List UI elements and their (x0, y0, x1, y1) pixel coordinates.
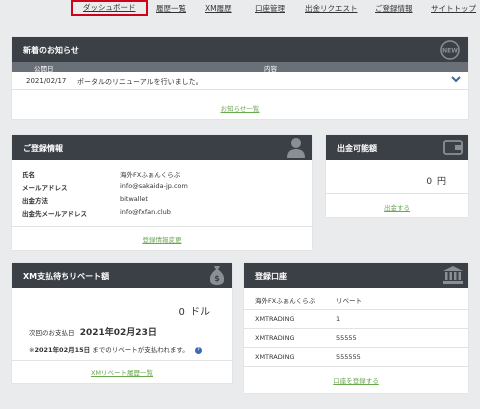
registration-panel: ご登録情報 氏名 海外FXふぁんくらぶ メールアドレス info@sakaida… (12, 135, 312, 250)
rebate-panel: XM支払待ちリベート額 $ 0 ドル 次回のお支払日 2021年02月23日 ※… (12, 263, 232, 383)
withdrawable-panel: 出金可能額 0 円 出金する (326, 135, 468, 217)
withdrawable-title: 出金可能額 (337, 144, 377, 153)
news-header: 新着のお知らせ NEW (12, 37, 468, 62)
nav-registration-info[interactable]: ご登録情報 (375, 3, 413, 14)
reg-label-email: メールアドレス (22, 184, 68, 192)
account-row: XMTRADING 555555 (244, 347, 468, 366)
account-name: 海外FXふぁんくらぶ (255, 297, 316, 305)
chevron-down-icon[interactable] (451, 74, 461, 86)
registration-header: ご登録情報 (12, 135, 312, 160)
accounts-header: 登録口座 (244, 263, 468, 288)
withdrawable-amount-row: 0 円 (426, 174, 446, 187)
reg-label-method: 出金方法 (22, 197, 48, 205)
nav-dashboard[interactable]: ダッシュボード (71, 0, 148, 16)
account-name: XMTRADING (255, 353, 295, 361)
next-payment-label: 次回のお支払日 (29, 329, 75, 337)
register-account-link[interactable]: 口座を登録する (333, 377, 379, 385)
rebate-title: XM支払待ちリベート額 (23, 272, 110, 281)
reg-label-withdraw-email: 出金先メールアドレス (22, 210, 87, 218)
rebate-note-date: 2021年02月15日 (34, 346, 91, 354)
rebate-note-text: までのリベートが支払われます。 (92, 346, 189, 354)
account-name: XMTRADING (255, 315, 295, 323)
next-payment-row: 次回のお支払日 2021年02月23日 (29, 325, 157, 338)
news-row-date: 2021/02/17 (26, 77, 67, 85)
money-bag-icon: $ (208, 265, 226, 288)
account-value: 55555 (336, 334, 357, 342)
news-row[interactable]: 2021/02/17 ポータルのリニューアルを行いました。 (12, 72, 468, 90)
top-nav: ダッシュボード 履歴一覧 XM履歴 口座管理 出金リクエスト ご登録情報 サイト… (0, 0, 480, 16)
accounts-panel: 登録口座 海外FXふぁんくらぶ リベート XMTRADING 1 XMTRADI… (244, 263, 468, 393)
rebate-header: XM支払待ちリベート額 $ (12, 263, 232, 288)
nav-account-management[interactable]: 口座管理 (255, 3, 285, 14)
rebate-amount-row: 0 ドル (178, 303, 210, 318)
nav-history-list[interactable]: 履歴一覧 (156, 3, 186, 14)
help-icon[interactable]: ? (194, 346, 202, 354)
news-row-content: ポータルのリニューアルを行いました。 (77, 78, 203, 86)
withdraw-link[interactable]: 出金する (384, 204, 410, 212)
bank-icon (443, 266, 463, 286)
nav-withdrawal-request[interactable]: 出金リクエスト (305, 3, 358, 14)
withdrawable-unit: 円 (436, 177, 446, 187)
news-panel: 新着のお知らせ NEW 公開日 内容 2021/02/17 ポータルのリニューア… (12, 37, 468, 119)
registration-title: ご登録情報 (23, 144, 63, 153)
edit-registration-link[interactable]: 登録情報変更 (143, 236, 182, 244)
nav-site-top[interactable]: サイトトップ (431, 3, 476, 14)
accounts-title: 登録口座 (255, 272, 287, 281)
wallet-icon (443, 138, 463, 158)
new-badge-icon: NEW (439, 39, 461, 63)
svg-text:$: $ (214, 274, 220, 283)
withdrawable-amount: 0 (426, 177, 433, 187)
account-row: XMTRADING 1 (244, 309, 468, 328)
account-row: 海外FXふぁんくらぶ リベート (244, 290, 468, 308)
reg-value-method: bitwallet (120, 195, 148, 203)
rebate-amount: 0 (178, 307, 185, 318)
reg-value-name: 海外FXふぁんくらぶ (120, 171, 181, 179)
account-value: 1 (336, 315, 341, 323)
withdrawable-header: 出金可能額 (326, 135, 468, 160)
account-value: 555555 (336, 353, 361, 361)
user-icon (286, 137, 306, 160)
account-name: XMTRADING (255, 334, 295, 342)
svg-text:NEW: NEW (442, 48, 458, 55)
next-payment-date: 2021年02月23日 (79, 328, 157, 338)
news-title: 新着のお知らせ (23, 46, 79, 55)
rebate-history-link[interactable]: XMリベート履歴一覧 (91, 369, 153, 377)
news-column-header: 公開日 内容 (12, 62, 468, 73)
nav-xm-history[interactable]: XM履歴 (205, 3, 232, 14)
rebate-unit: ドル (190, 307, 210, 318)
reg-value-email: info@sakaida-jp.com (120, 182, 188, 190)
news-list-link[interactable]: お知らせ一覧 (221, 105, 260, 113)
rebate-note: ※2021年02月15日 までのリベートが支払われます。 ? (29, 344, 202, 354)
account-value: リベート (336, 297, 362, 305)
account-row: XMTRADING 55555 (244, 328, 468, 347)
reg-value-withdraw-email: info@fxfan.club (120, 208, 171, 216)
reg-label-name: 氏名 (22, 171, 35, 179)
